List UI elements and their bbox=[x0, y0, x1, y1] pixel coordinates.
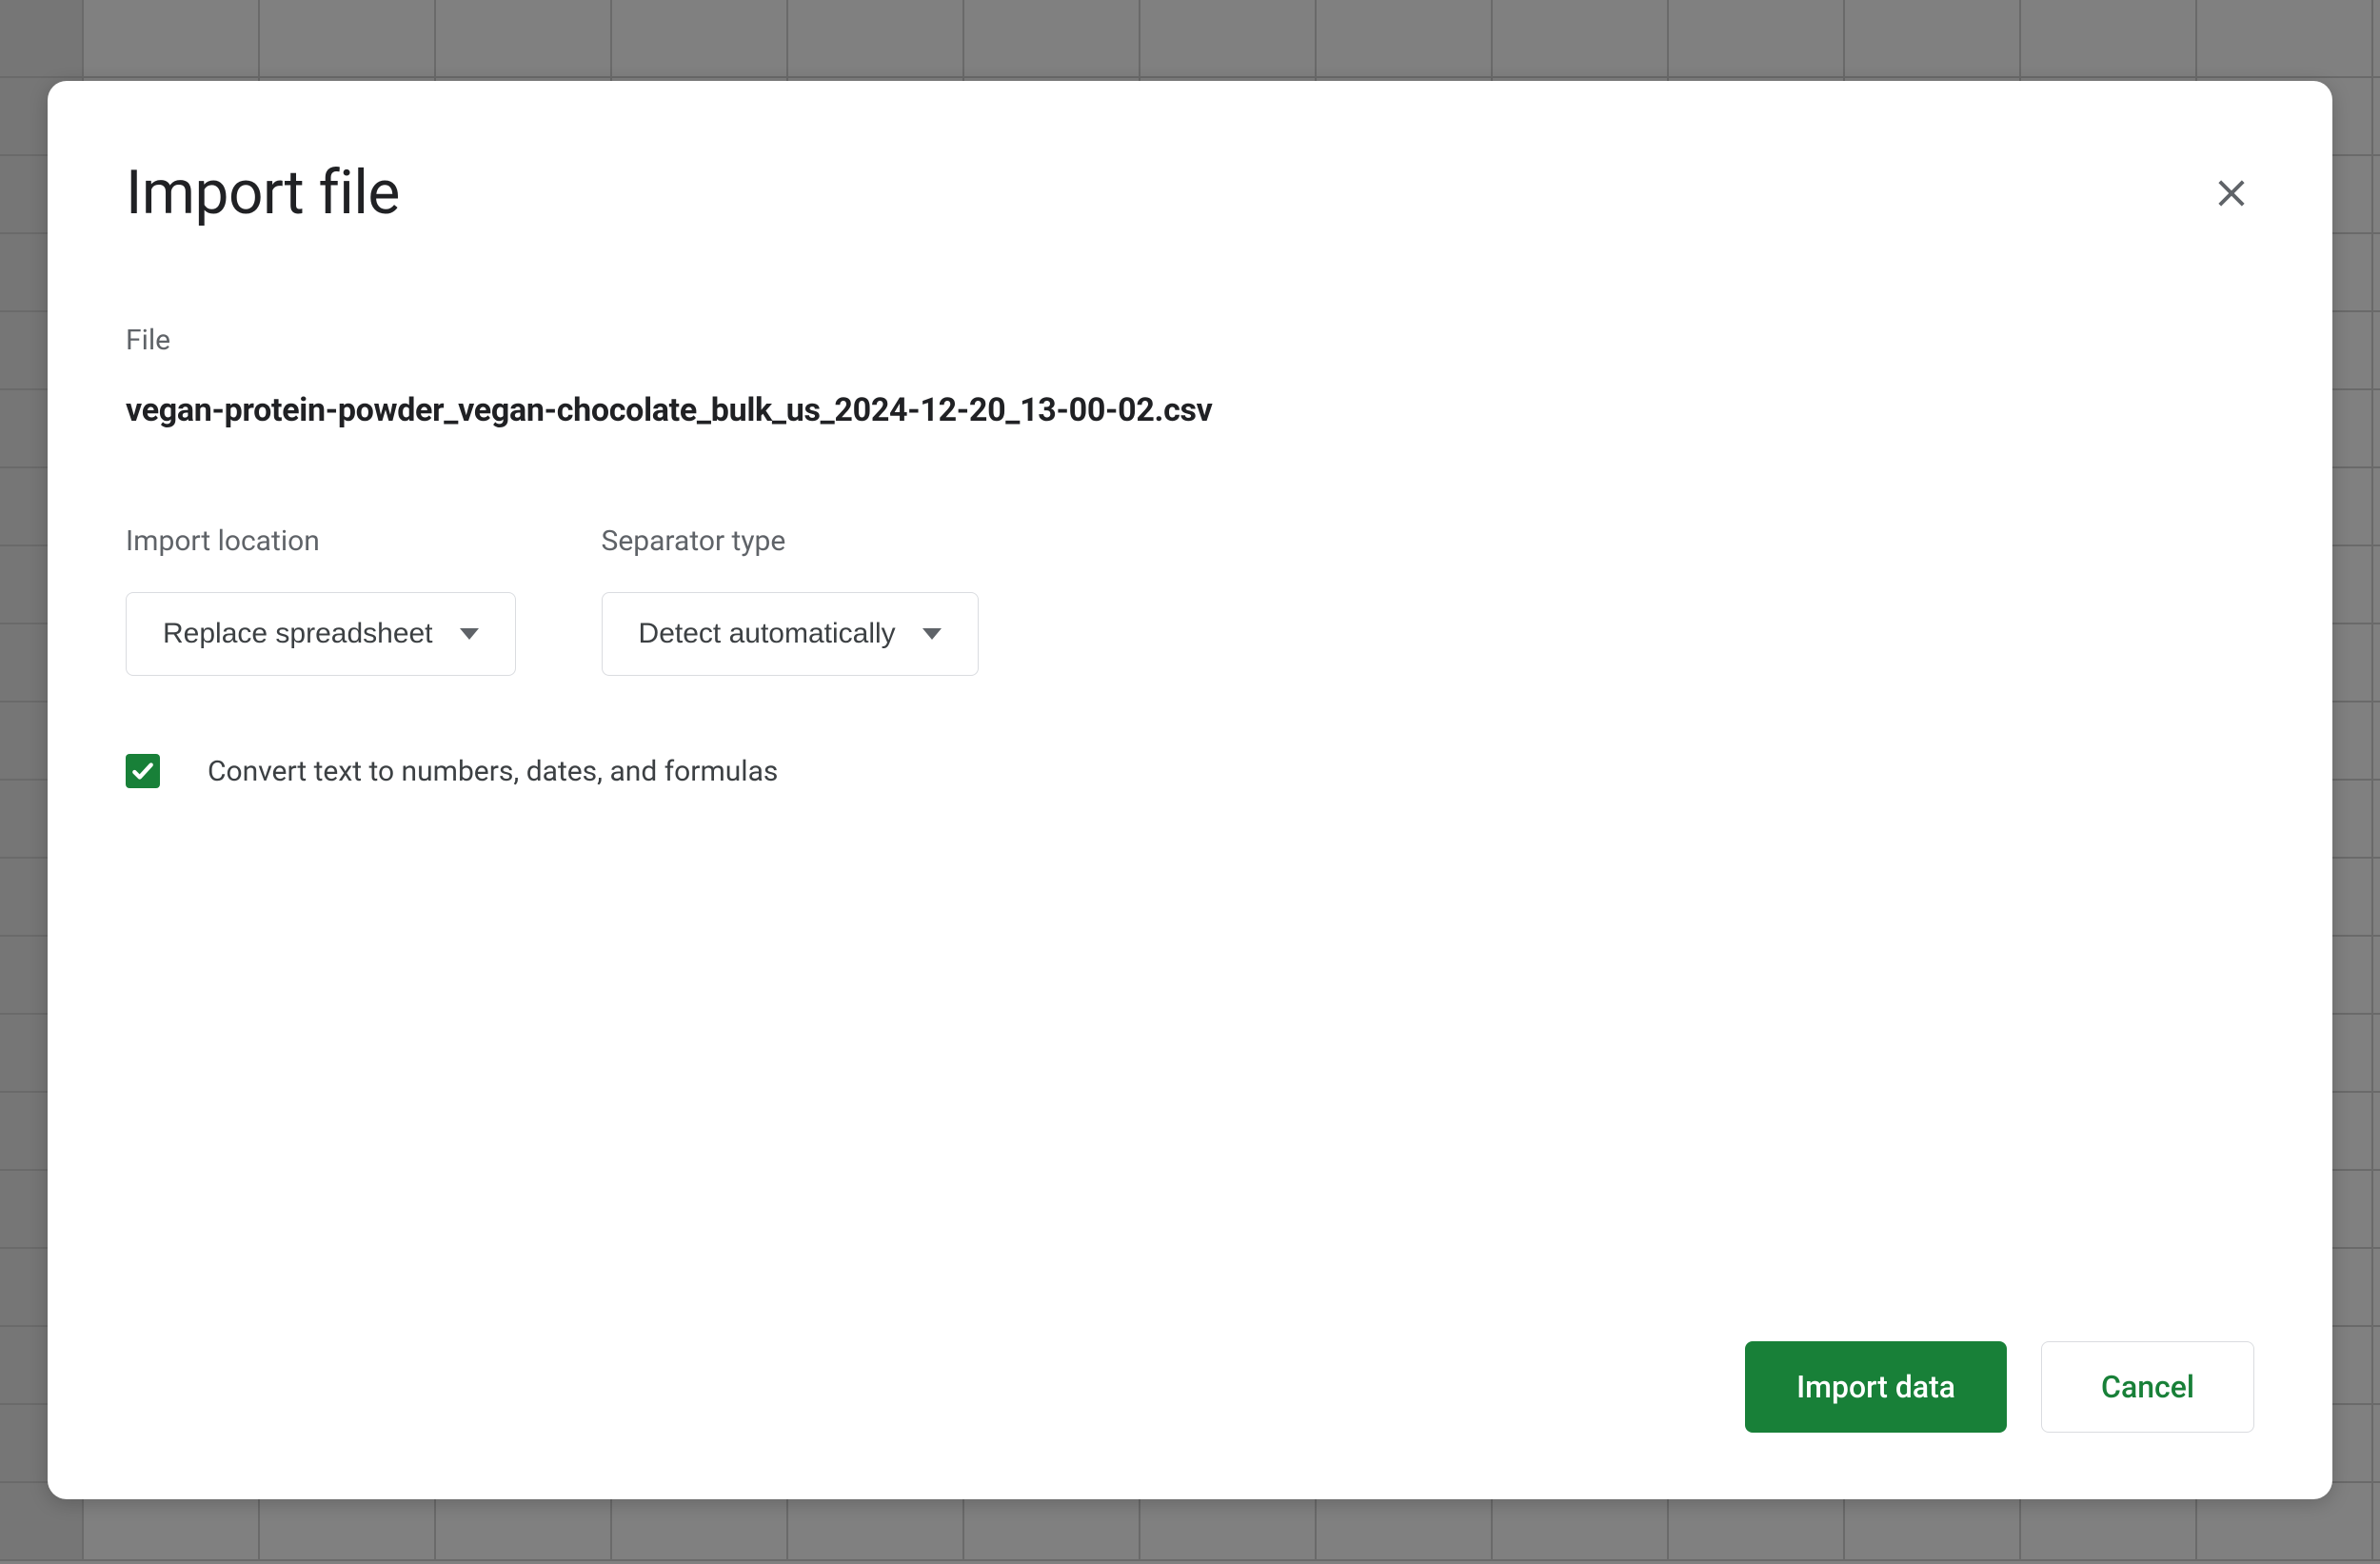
import-data-button[interactable]: Import data bbox=[1745, 1341, 2007, 1433]
file-label: File bbox=[126, 324, 2254, 357]
cancel-button[interactable]: Cancel bbox=[2041, 1341, 2254, 1433]
close-icon bbox=[2211, 173, 2251, 213]
close-button[interactable] bbox=[2209, 170, 2254, 216]
caret-down-icon bbox=[460, 628, 479, 640]
convert-checkbox-label: Convert text to numbers, dates, and form… bbox=[208, 755, 778, 788]
file-name: vegan-protein-powder_vegan-chocolate_bul… bbox=[126, 391, 2254, 429]
separator-type-value: Detect automatically bbox=[639, 618, 896, 650]
convert-checkbox[interactable] bbox=[126, 754, 160, 788]
dialog-actions: Import data Cancel bbox=[1745, 1341, 2254, 1433]
import-location-dropdown[interactable]: Replace spreadsheet bbox=[126, 592, 516, 676]
import-location-label: Import location bbox=[126, 525, 516, 558]
separator-type-column: Separator type Detect automatically bbox=[602, 525, 979, 676]
convert-checkbox-row: Convert text to numbers, dates, and form… bbox=[126, 754, 2254, 788]
checkmark-icon bbox=[130, 759, 155, 783]
import-file-dialog: Import file File vegan-protein-powder_ve… bbox=[48, 81, 2332, 1499]
dialog-title: Import file bbox=[126, 157, 400, 228]
options-row: Import location Replace spreadsheet Sepa… bbox=[126, 525, 2254, 676]
caret-down-icon bbox=[922, 628, 942, 640]
import-location-value: Replace spreadsheet bbox=[163, 618, 433, 650]
import-location-column: Import location Replace spreadsheet bbox=[126, 525, 516, 676]
separator-type-label: Separator type bbox=[602, 525, 979, 558]
dialog-header: Import file bbox=[126, 157, 2254, 228]
separator-type-dropdown[interactable]: Detect automatically bbox=[602, 592, 979, 676]
